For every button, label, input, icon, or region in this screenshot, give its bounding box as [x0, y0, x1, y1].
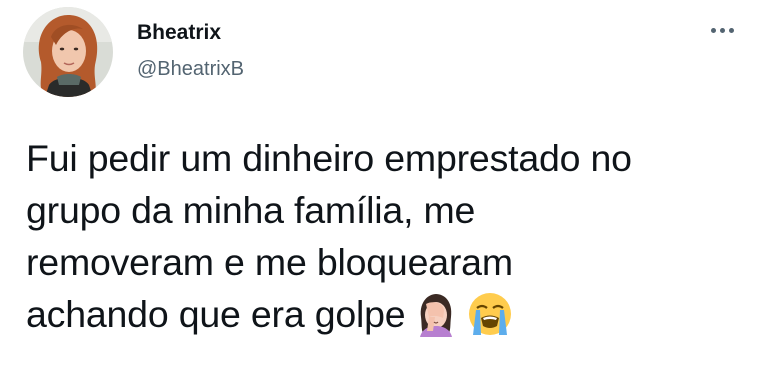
- woman-facepalming-emoji: [420, 294, 453, 337]
- ellipsis-icon: [710, 27, 716, 33]
- loudly-crying-face-emoji: [469, 293, 512, 335]
- ellipsis-icon: [719, 27, 725, 33]
- tweet-text: Fui pedir um dinheiro emprestado no grup…: [26, 132, 746, 340]
- more-options-button[interactable]: [704, 18, 740, 42]
- tweet-card: Bheatrix @BheatrixB Fui pedir um dinheir…: [0, 0, 758, 371]
- tweet-text-line: Fui pedir um dinheiro emprestado no: [26, 137, 632, 179]
- author-handle[interactable]: @BheatrixB: [137, 57, 244, 81]
- tweet-text-line: achando que era golpe: [26, 293, 406, 335]
- author-display-name[interactable]: Bheatrix: [137, 21, 221, 45]
- ellipsis-icon: [728, 27, 734, 33]
- tweet-text-line: grupo da minha família, me: [26, 189, 476, 231]
- tweet-text-line-last: achando que era golpe: [26, 288, 746, 340]
- avatar-image: [23, 7, 113, 97]
- avatar[interactable]: [23, 7, 113, 97]
- tweet-text-line: removeram e me bloquearam: [26, 241, 513, 283]
